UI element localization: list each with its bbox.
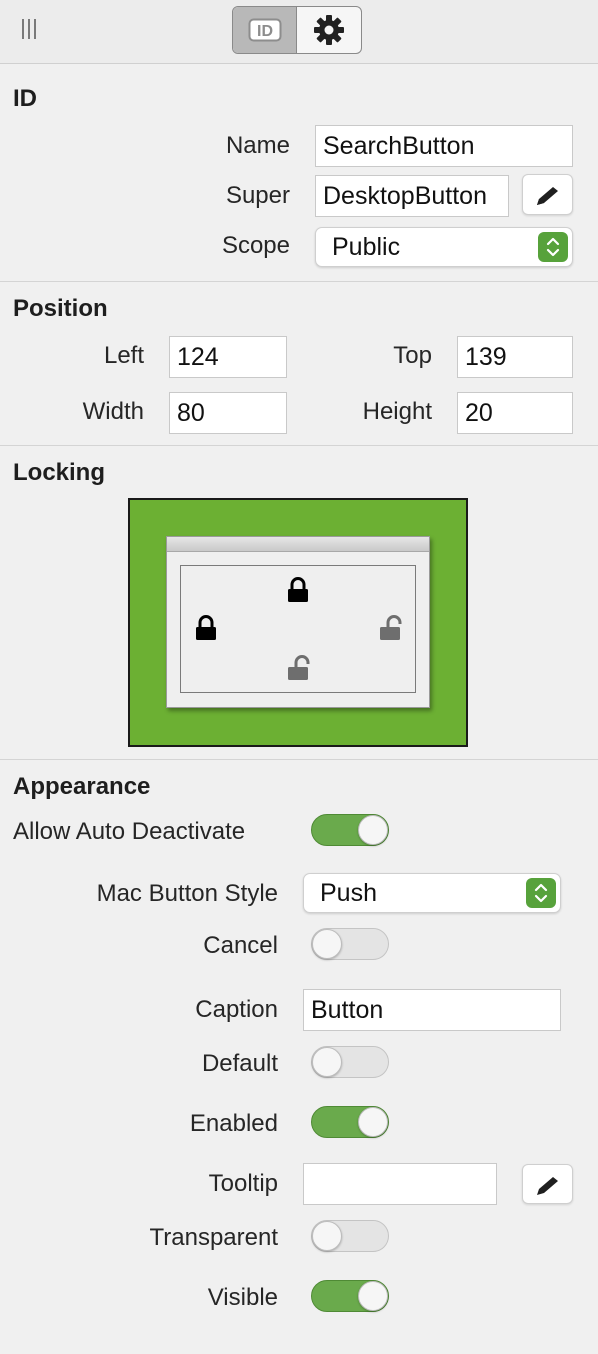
appearance-section-title: Appearance bbox=[13, 773, 151, 800]
name-field[interactable]: SearchButton bbox=[315, 125, 573, 167]
width-label: Width bbox=[82, 398, 144, 425]
enabled-toggle[interactable] bbox=[311, 1106, 389, 1138]
chevron-up-down-icon bbox=[534, 883, 548, 903]
pencil-icon bbox=[537, 187, 558, 205]
unlock-right-icon[interactable] bbox=[379, 615, 403, 641]
popup-arrow bbox=[526, 878, 556, 908]
height-field[interactable]: 20 bbox=[457, 392, 573, 434]
left-field[interactable]: 124 bbox=[169, 336, 287, 378]
divider bbox=[0, 281, 598, 282]
caption-field[interactable]: Button bbox=[303, 989, 561, 1031]
divider bbox=[0, 759, 598, 760]
scope-value: Public bbox=[332, 233, 401, 261]
gear-icon bbox=[314, 15, 344, 45]
super-field[interactable]: DesktopButton bbox=[315, 175, 509, 217]
tooltip-label: Tooltip bbox=[208, 1170, 278, 1197]
chevron-up-down-icon bbox=[546, 237, 560, 257]
cancel-label: Cancel bbox=[203, 932, 278, 959]
allow-auto-deactivate-label: Allow Auto Deactivate bbox=[13, 818, 246, 845]
window-titlebar bbox=[167, 537, 429, 552]
super-label: Super bbox=[225, 182, 290, 209]
cancel-toggle[interactable] bbox=[311, 928, 389, 960]
divider bbox=[0, 445, 598, 446]
scope-label: Scope bbox=[221, 232, 290, 259]
allow-auto-deactivate-toggle[interactable] bbox=[311, 814, 389, 846]
lock-top-icon[interactable] bbox=[287, 577, 309, 603]
unlock-bottom-icon[interactable] bbox=[287, 655, 311, 681]
id-icon: ID bbox=[248, 18, 281, 42]
super-edit-button[interactable] bbox=[522, 174, 573, 215]
left-label: Left bbox=[103, 342, 144, 369]
visible-toggle[interactable] bbox=[311, 1280, 389, 1312]
drag-handle-icon[interactable] bbox=[22, 19, 40, 41]
height-label: Height bbox=[362, 398, 432, 425]
mac-button-style-value: Push bbox=[320, 879, 377, 907]
visible-label: Visible bbox=[207, 1284, 278, 1311]
top-field[interactable]: 139 bbox=[457, 336, 573, 378]
svg-text:ID: ID bbox=[257, 23, 273, 40]
inspector-tab-segment: ID bbox=[232, 6, 362, 54]
lock-left-icon[interactable] bbox=[195, 615, 217, 641]
tab-id[interactable]: ID bbox=[233, 7, 297, 53]
enabled-label: Enabled bbox=[189, 1110, 278, 1137]
default-toggle[interactable] bbox=[311, 1046, 389, 1078]
id-section-title: ID bbox=[13, 85, 37, 112]
inspector-toolbar: ID bbox=[0, 0, 598, 64]
tooltip-edit-button[interactable] bbox=[522, 1164, 573, 1204]
mac-button-style-label: Mac Button Style bbox=[96, 880, 278, 907]
default-label: Default bbox=[201, 1050, 278, 1077]
pencil-icon bbox=[537, 1177, 558, 1195]
locking-section-title: Locking bbox=[13, 459, 106, 486]
scope-popup[interactable]: Public bbox=[315, 227, 573, 267]
mac-button-style-popup[interactable]: Push bbox=[303, 873, 561, 913]
tooltip-field[interactable] bbox=[303, 1163, 497, 1205]
transparent-toggle[interactable] bbox=[311, 1220, 389, 1252]
popup-arrow bbox=[538, 232, 568, 262]
position-section-title: Position bbox=[13, 295, 108, 322]
caption-label: Caption bbox=[195, 996, 278, 1023]
name-label: Name bbox=[225, 132, 290, 159]
tab-settings[interactable] bbox=[297, 7, 361, 53]
width-field[interactable]: 80 bbox=[169, 392, 287, 434]
top-label: Top bbox=[393, 342, 432, 369]
transparent-label: Transparent bbox=[149, 1224, 278, 1251]
